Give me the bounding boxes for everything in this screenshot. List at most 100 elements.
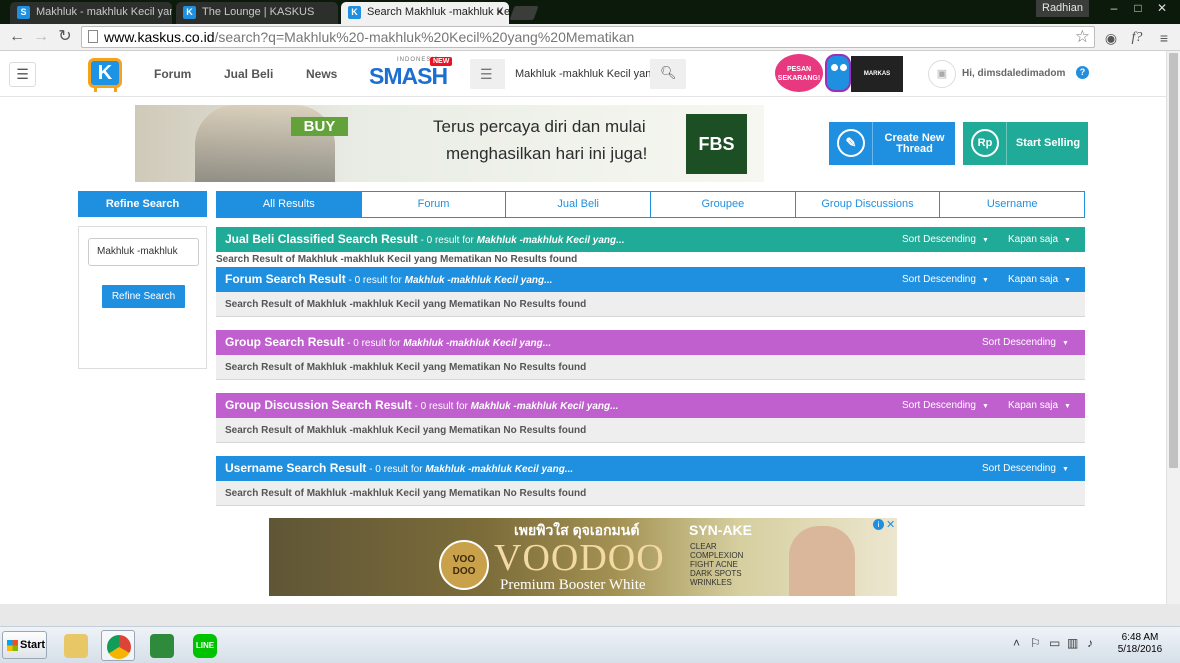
scrollbar[interactable] bbox=[1166, 51, 1180, 604]
refine-search-input[interactable]: Makhluk -makhluk bbox=[88, 238, 199, 266]
profile-name[interactable]: Radhian bbox=[1036, 0, 1089, 17]
smash-logo[interactable]: INDONESIA SMASH NEW bbox=[369, 57, 457, 91]
section-header-forum: Forum Search Result - 0 result for Makhl… bbox=[216, 267, 1085, 292]
start-selling-button[interactable]: Rp Start Selling bbox=[963, 122, 1088, 165]
chrome-icon[interactable] bbox=[101, 630, 135, 661]
close-tab-icon[interactable]: × bbox=[496, 2, 503, 22]
sort-dropdown[interactable]: Sort Descending ▼ bbox=[982, 330, 1069, 356]
display-icon[interactable]: ▭ bbox=[1049, 636, 1060, 650]
taskbar: Start LINE ˄ ⚐ ▭ ▥ ♪ 6:48 AM 5/18/2016 bbox=[0, 626, 1180, 663]
caret-down-icon: ▼ bbox=[981, 277, 989, 284]
promo-badge[interactable]: PESAN SEKARANG! bbox=[775, 54, 823, 92]
adchoices-icon[interactable]: i bbox=[873, 519, 884, 530]
sort-dropdown[interactable]: Sort Descending ▼ bbox=[902, 393, 989, 419]
event-banner[interactable]: MARKAS bbox=[851, 56, 903, 92]
ad-tagline: Premium Booster White bbox=[500, 577, 646, 593]
nav-forum[interactable]: Forum bbox=[154, 67, 191, 81]
show-hidden-icons[interactable]: ˄ bbox=[1013, 636, 1020, 650]
section-header-jual-beli: Jual Beli Classified Search Result - 0 r… bbox=[216, 227, 1085, 252]
tab-groupee[interactable]: Groupee bbox=[650, 192, 795, 217]
close-window-icon[interactable]: ✕ bbox=[1150, 0, 1174, 17]
browser-tab-3[interactable]: K Search Makhluk -makhluk Ke × bbox=[341, 2, 509, 24]
voodoo-banner-ad[interactable]: VOO DOO เพยพิวใส ดุจเอกมนต์ SYN-AKE VOOD… bbox=[269, 518, 897, 596]
kaskus-icon: S bbox=[17, 6, 30, 19]
caret-down-icon: ▼ bbox=[1064, 277, 1071, 284]
help-icon[interactable]: ? bbox=[1076, 66, 1089, 79]
search-icon[interactable]: 🔍︎ bbox=[660, 65, 677, 81]
tab-jual-beli[interactable]: Jual Beli bbox=[505, 192, 651, 217]
section-header-username: Username Search Result - 0 result for Ma… bbox=[216, 456, 1085, 481]
refine-panel: Makhluk -makhluk Refine Search bbox=[78, 226, 207, 369]
browser-tab-2[interactable]: K The Lounge | KASKUS bbox=[176, 2, 338, 24]
kaskus-logo[interactable]: K bbox=[84, 56, 130, 94]
ad-brand: VOODOO bbox=[494, 537, 665, 579]
section-header-group: Group Search Result - 0 result for Makhl… bbox=[216, 330, 1085, 355]
sort-dropdown[interactable]: Sort Descending ▼ bbox=[902, 227, 989, 253]
caret-down-icon: ▼ bbox=[1064, 403, 1071, 410]
section-message: Search Result of Makhluk -makhluk Kecil … bbox=[216, 481, 1085, 506]
mascot-icon[interactable] bbox=[825, 54, 851, 92]
section-message: Search Result of Makhluk -makhluk Kecil … bbox=[216, 292, 1085, 317]
sort-dropdown[interactable]: Sort Descending ▼ bbox=[902, 267, 989, 293]
ad-claims: CLEAR COMPLEXION FIGHT ACNE DARK SPOTS W… bbox=[690, 542, 744, 587]
time-filter-dropdown[interactable]: Kapan saja ▼ bbox=[1008, 227, 1071, 253]
page-icon bbox=[88, 30, 98, 43]
nav-jual-beli[interactable]: Jual Beli bbox=[224, 67, 273, 81]
create-thread-button[interactable]: ✎ Create New Thread bbox=[829, 122, 955, 165]
page: ☰ K Forum Jual Beli News INDONESIA SMASH… bbox=[0, 51, 1166, 604]
header-search: ☰ Makhluk -makhluk Kecil yan 🔍︎ bbox=[470, 59, 686, 89]
nav-news[interactable]: News bbox=[306, 67, 337, 81]
time-filter-dropdown[interactable]: Kapan saja ▼ bbox=[1008, 393, 1071, 419]
user-greeting[interactable]: Hi, dimsdaledimadom bbox=[962, 68, 1065, 79]
browser-tab-1[interactable]: S Makhluk - makhluk Kecil yan bbox=[10, 2, 172, 24]
pencil-icon: ✎ bbox=[837, 129, 865, 157]
clock[interactable]: 6:48 AM 5/18/2016 bbox=[1108, 632, 1172, 656]
list-icon[interactable]: ☰ bbox=[480, 66, 493, 83]
hamburger-menu-icon[interactable]: ☰ bbox=[9, 62, 36, 87]
reload-icon[interactable]: ↻ bbox=[54, 27, 76, 47]
formula-extension-icon[interactable]: f? bbox=[1127, 28, 1147, 48]
volume-icon[interactable]: ♪ bbox=[1087, 636, 1093, 650]
fbs-banner-ad[interactable]: BUY Terus percaya diri dan mulai menghas… bbox=[135, 105, 764, 182]
kaskus-icon: K bbox=[348, 6, 361, 19]
scrollbar-thumb[interactable] bbox=[1169, 53, 1178, 468]
url-text: www.kaskus.co.id/search?q=Makhluk%20-mak… bbox=[104, 29, 635, 45]
windows-icon bbox=[7, 640, 18, 651]
tab-group-discussions[interactable]: Group Discussions bbox=[794, 192, 940, 217]
section-message: Search Result of Makhluk -makhluk Kecil … bbox=[216, 418, 1085, 443]
app-icon[interactable] bbox=[145, 630, 179, 661]
tab-title: Search Makhluk -makhluk Ke bbox=[367, 6, 509, 18]
maximize-icon[interactable]: □ bbox=[1126, 0, 1150, 17]
start-button[interactable]: Start bbox=[2, 631, 47, 659]
search-input[interactable]: Makhluk -makhluk Kecil yan bbox=[505, 59, 650, 89]
line-icon[interactable]: LINE bbox=[188, 630, 222, 661]
flag-icon[interactable]: ⚐ bbox=[1030, 636, 1041, 650]
address-bar[interactable]: www.kaskus.co.id/search?q=Makhluk%20-mak… bbox=[81, 26, 1095, 48]
browser-tabstrip: S Makhluk - makhluk Kecil yan K The Loun… bbox=[0, 0, 1180, 24]
sort-dropdown[interactable]: Sort Descending ▼ bbox=[982, 456, 1069, 482]
minimize-icon[interactable]: – bbox=[1102, 0, 1126, 17]
network-icon[interactable]: ▥ bbox=[1067, 636, 1078, 650]
new-tab-button[interactable] bbox=[509, 6, 539, 20]
ad-model-image bbox=[789, 526, 855, 596]
tab-username[interactable]: Username bbox=[939, 192, 1085, 217]
caret-down-icon: ▼ bbox=[981, 237, 989, 244]
tab-forum[interactable]: Forum bbox=[360, 192, 506, 217]
menu-icon[interactable]: ≡ bbox=[1154, 28, 1174, 48]
ad-close-icon[interactable]: ✕ bbox=[886, 518, 895, 531]
forward-icon[interactable]: → bbox=[30, 27, 52, 47]
file-explorer-icon[interactable] bbox=[59, 630, 93, 661]
bookmark-star-icon[interactable]: ☆ bbox=[1075, 27, 1090, 47]
avatar[interactable]: ▣ bbox=[928, 60, 956, 88]
fbs-logo: FBS bbox=[686, 114, 747, 174]
ad-tagline-1: Terus percaya diri dan mulai bbox=[433, 117, 646, 136]
tab-title: Makhluk - makhluk Kecil yan bbox=[36, 6, 172, 18]
extension-icon[interactable]: ◉ bbox=[1101, 28, 1121, 48]
time-filter-dropdown[interactable]: Kapan saja ▼ bbox=[1008, 267, 1071, 293]
ad-buy-label: BUY bbox=[291, 117, 348, 136]
refine-search-button[interactable]: Refine Search bbox=[102, 285, 185, 308]
tab-all-results[interactable]: All Results bbox=[217, 192, 361, 217]
back-icon[interactable]: ← bbox=[6, 27, 28, 47]
caret-down-icon: ▼ bbox=[1061, 466, 1069, 473]
section-header-group-discussion: Group Discussion Search Result - 0 resul… bbox=[216, 393, 1085, 418]
